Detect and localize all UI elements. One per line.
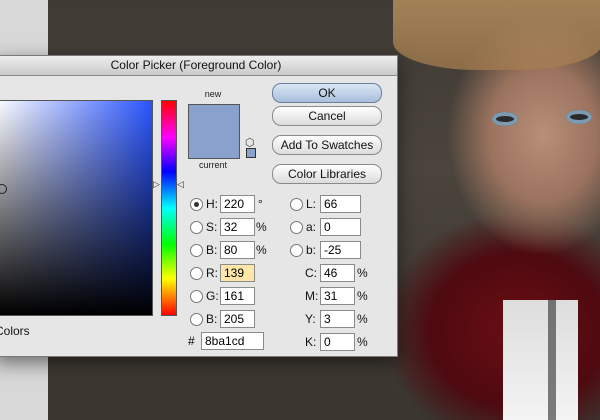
yellow-unit: % <box>357 312 368 326</box>
blue-row: B: 205 <box>190 310 280 328</box>
brightness-radio[interactable] <box>190 244 203 257</box>
green-input[interactable]: 161 <box>220 287 255 305</box>
cyan-input[interactable]: 46 <box>320 264 355 282</box>
red-input[interactable]: 139 <box>220 264 255 282</box>
magenta-label: M: <box>305 289 319 303</box>
lab-b-row: b: -25 <box>290 241 380 259</box>
magenta-row: M: 31 % <box>305 287 385 305</box>
hue-input[interactable]: 220 <box>220 195 255 213</box>
saturation-label: S: <box>206 220 218 234</box>
saturation-radio[interactable] <box>190 221 203 234</box>
black-row: K: 0 % <box>305 333 385 351</box>
lab-l-label: L: <box>306 197 317 211</box>
add-to-swatches-button[interactable]: Add To Swatches <box>272 135 382 155</box>
hue-slider[interactable] <box>161 100 177 316</box>
new-current-swatch <box>188 104 240 159</box>
brightness-unit: % <box>256 243 267 257</box>
lab-a-input[interactable]: 0 <box>320 218 361 236</box>
red-row: R: 139 <box>190 264 280 282</box>
yellow-label: Y: <box>305 312 316 326</box>
cyan-unit: % <box>357 266 368 280</box>
photo-eye-right <box>566 110 592 124</box>
magenta-input[interactable]: 31 <box>320 287 355 305</box>
cancel-button[interactable]: Cancel <box>272 106 382 126</box>
yellow-input[interactable]: 3 <box>320 310 355 328</box>
hue-slider-left-arrow-icon[interactable]: ▷ <box>153 179 160 190</box>
color-picker-dialog: Color Picker (Foreground Color) ▷ ◁ new … <box>0 55 398 357</box>
hue-row: H: 220 ° <box>190 195 280 213</box>
blue-radio[interactable] <box>190 313 203 326</box>
color-libraries-button[interactable]: Color Libraries <box>272 164 382 184</box>
saturation-input[interactable]: 32 <box>220 218 255 236</box>
green-radio[interactable] <box>190 290 203 303</box>
magenta-unit: % <box>357 289 368 303</box>
color-field[interactable] <box>0 100 153 316</box>
dialog-title: Color Picker (Foreground Color) <box>0 56 397 76</box>
blue-input[interactable]: 205 <box>220 310 255 328</box>
lab-b-radio[interactable] <box>290 244 303 257</box>
lab-b-label: b: <box>306 243 317 257</box>
hue-label: H: <box>206 197 218 211</box>
red-label: R: <box>206 266 218 280</box>
brightness-input[interactable]: 80 <box>220 241 255 259</box>
hex-input[interactable]: 8ba1cd <box>201 332 264 350</box>
photo-collar <box>503 300 578 420</box>
web-safe-swatch[interactable] <box>246 148 256 158</box>
saturation-row: S: 32 % <box>190 218 280 236</box>
hue-unit: ° <box>258 197 263 211</box>
black-label: K: <box>305 335 317 349</box>
hex-label: # <box>188 334 195 348</box>
cyan-row: C: 46 % <box>305 264 385 282</box>
lab-b-input[interactable]: -25 <box>320 241 361 259</box>
brightness-row: B: 80 % <box>190 241 280 259</box>
lab-a-radio[interactable] <box>290 221 303 234</box>
black-input[interactable]: 0 <box>320 333 355 351</box>
new-label: new <box>204 89 222 99</box>
current-label: current <box>198 160 227 170</box>
photo-hair <box>393 0 600 70</box>
red-radio[interactable] <box>190 267 203 280</box>
saturation-unit: % <box>256 220 267 234</box>
hue-slider-right-arrow-icon[interactable]: ◁ <box>177 179 184 190</box>
lab-l-input[interactable]: 66 <box>320 195 361 213</box>
yellow-row: Y: 3 % <box>305 310 385 328</box>
green-row: G: 161 <box>190 287 280 305</box>
photo-eye-left <box>492 112 518 126</box>
lab-l-radio[interactable] <box>290 198 303 211</box>
photo-zipper <box>548 300 556 420</box>
lab-l-row: L: 66 <box>290 195 380 213</box>
brightness-label: B: <box>206 243 218 257</box>
only-web-colors-label: Colors <box>0 324 30 338</box>
ok-button[interactable]: OK <box>272 83 382 103</box>
cyan-label: C: <box>305 266 317 280</box>
blue-label: B: <box>206 312 218 326</box>
color-field-cursor[interactable] <box>0 184 7 194</box>
black-unit: % <box>357 335 368 349</box>
lab-a-row: a: 0 <box>290 218 380 236</box>
green-label: G: <box>206 289 219 303</box>
lab-a-label: a: <box>306 220 317 234</box>
hue-radio[interactable] <box>190 198 203 211</box>
